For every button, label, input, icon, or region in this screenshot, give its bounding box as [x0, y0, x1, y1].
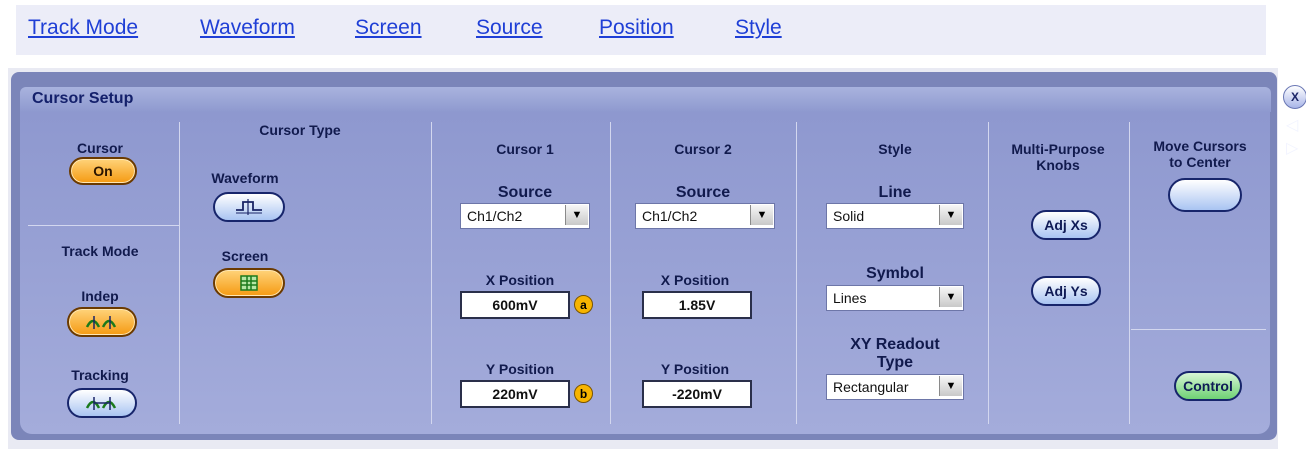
link-track-mode[interactable]: Track Mode — [28, 16, 138, 40]
cursor1-heading: Cursor 1 — [496, 141, 554, 157]
divider — [28, 225, 179, 226]
panel-title: Cursor Setup — [32, 90, 134, 107]
cursor-type-label: Cursor Type — [259, 122, 341, 138]
divider — [431, 122, 432, 424]
line-label: Line — [878, 184, 912, 201]
knobs-heading-1: Multi-Purpose — [1011, 141, 1105, 157]
xy-readout-label: XY Readout — [850, 336, 940, 353]
move-cursors-to-center-button[interactable] — [1168, 178, 1242, 212]
tracking-icon — [85, 397, 117, 410]
link-screen[interactable]: Screen — [355, 16, 422, 40]
prev-arrow-icon[interactable]: ◁ — [1286, 115, 1298, 135]
waveform-type-button[interactable] — [213, 192, 285, 222]
cursor2-ypos-input[interactable]: -220mV — [642, 380, 752, 408]
cursor2-heading: Cursor 2 — [674, 141, 732, 157]
symbol-label: Symbol — [866, 265, 924, 282]
link-waveform[interactable]: Waveform — [200, 16, 295, 40]
indep-button[interactable] — [67, 307, 137, 337]
symbol-select[interactable]: Lines ▼ — [826, 285, 964, 311]
divider — [1129, 122, 1130, 424]
close-button[interactable]: X — [1283, 85, 1306, 109]
screen-grid-icon — [240, 275, 258, 291]
cursor2-source-label: Source — [675, 184, 731, 201]
track-mode-label: Track Mode — [61, 243, 139, 259]
indep-label: Indep — [81, 288, 119, 304]
line-style-select[interactable]: Solid ▼ — [826, 203, 964, 229]
cursor1-ypos-label: Y Position — [485, 361, 555, 377]
xy-readout-select[interactable]: Rectangular ▼ — [826, 374, 964, 400]
cursor2-xpos-label: X Position — [660, 272, 730, 288]
waveform-label: Waveform — [211, 170, 279, 186]
symbol-value: Lines — [833, 290, 867, 306]
move-heading-1: Move Cursors — [1153, 138, 1247, 154]
cursor2-source-value: Ch1/Ch2 — [642, 208, 698, 224]
cursor1-source-label: Source — [497, 184, 553, 201]
tracking-button[interactable] — [67, 388, 137, 418]
cursor1-xpos-label: X Position — [485, 272, 555, 288]
cursor1-source-select[interactable]: Ch1/Ch2 ▼ — [460, 203, 590, 229]
chevron-down-icon: ▼ — [565, 205, 588, 225]
cursor-on-button[interactable]: On — [69, 157, 137, 185]
move-heading-2: to Center — [1169, 154, 1231, 170]
cursor2-xpos-input[interactable]: 1.85V — [642, 291, 752, 319]
waveform-icon — [236, 199, 262, 215]
cursor2-ypos-label: Y Position — [660, 361, 730, 377]
divider — [988, 122, 989, 424]
adj-ys-button[interactable]: Adj Ys — [1031, 276, 1101, 306]
chevron-down-icon: ▼ — [939, 287, 962, 307]
divider — [610, 122, 611, 424]
knob-a-badge: a — [574, 295, 593, 314]
cursor1-xpos-input[interactable]: 600mV — [460, 291, 570, 319]
style-heading: Style — [878, 141, 912, 157]
top-link-bar: Track Mode Waveform Screen Source Positi… — [16, 5, 1266, 55]
adj-xs-button[interactable]: Adj Xs — [1031, 210, 1101, 240]
chevron-down-icon: ▼ — [939, 376, 962, 396]
cursor2-source-select[interactable]: Ch1/Ch2 ▼ — [635, 203, 775, 229]
knob-b-badge: b — [574, 384, 593, 403]
chevron-down-icon: ▼ — [750, 205, 773, 225]
xy-readout-value: Rectangular — [833, 379, 909, 395]
screen-type-button[interactable] — [213, 268, 285, 298]
link-style[interactable]: Style — [735, 16, 782, 40]
control-button[interactable]: Control — [1174, 371, 1242, 401]
cursor-label: Cursor — [77, 140, 123, 156]
divider — [179, 122, 180, 424]
divider — [796, 122, 797, 424]
cursor1-source-value: Ch1/Ch2 — [467, 208, 523, 224]
panel-titlebar: Cursor Setup — [20, 87, 1271, 112]
next-arrow-icon[interactable]: ▷ — [1286, 138, 1298, 158]
indep-track-icon — [85, 316, 117, 329]
screen-label: Screen — [221, 248, 269, 264]
tracking-label: Tracking — [71, 367, 129, 383]
xy-readout-type-label: Type — [876, 354, 914, 371]
knobs-heading-2: Knobs — [1036, 157, 1080, 173]
link-source[interactable]: Source — [476, 16, 543, 40]
chevron-down-icon: ▼ — [939, 205, 962, 225]
link-position[interactable]: Position — [599, 16, 674, 40]
cursor1-ypos-input[interactable]: 220mV — [460, 380, 570, 408]
line-style-value: Solid — [833, 208, 865, 224]
divider — [1131, 329, 1266, 330]
